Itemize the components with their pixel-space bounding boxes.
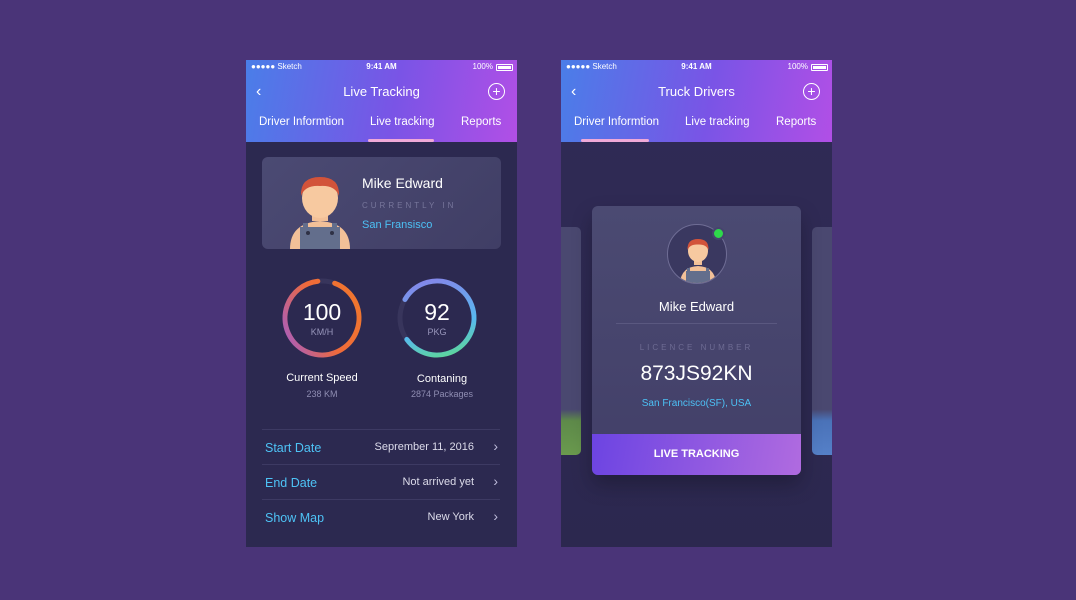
- tab-reports[interactable]: Reports: [776, 116, 816, 128]
- tab-driver-information[interactable]: Driver Informtion: [259, 116, 344, 128]
- previous-driver-card[interactable]: [561, 227, 581, 455]
- chevron-right-icon: ›: [493, 508, 498, 524]
- list-item-end-date[interactable]: End Date Not arrived yet ›: [262, 464, 500, 499]
- page-title: Truck Drivers: [658, 84, 735, 99]
- show-map-label: Show Map: [265, 511, 325, 525]
- packages-gauge: 92 PKG: [394, 275, 480, 361]
- driver-location[interactable]: San Francisco(SF), USA: [592, 398, 801, 409]
- tab-bar: Driver Informtion Live tracking Reports: [246, 116, 517, 142]
- speed-unit: KM/H: [310, 327, 334, 337]
- live-tracking-button[interactable]: LIVE TRACKING: [592, 434, 801, 475]
- packages-label: Contaning: [416, 373, 468, 385]
- status-bar: ●●●●● Sketch 9:41 AM 100%: [561, 62, 832, 74]
- list-item-show-map[interactable]: Show Map New York ›: [262, 499, 500, 534]
- licence-number: 873JS92KN: [640, 362, 753, 385]
- end-date-label: End Date: [265, 476, 318, 490]
- battery-percent: 100%: [472, 62, 493, 71]
- speed-gauge: 100 KM/H: [279, 275, 365, 361]
- active-tab-indicator: [581, 139, 649, 142]
- packages-value: 92: [424, 299, 450, 325]
- tab-live-tracking[interactable]: Live tracking: [370, 116, 435, 128]
- next-driver-card[interactable]: [812, 227, 832, 455]
- header: ●●●●● Sketch 9:41 AM 100% ‹ Live Trackin…: [246, 60, 517, 142]
- tab-reports[interactable]: Reports: [461, 116, 501, 128]
- current-city[interactable]: San Fransisco: [362, 219, 432, 231]
- chevron-right-icon: ›: [493, 438, 498, 454]
- add-plus-icon[interactable]: +: [488, 83, 505, 100]
- driver-avatar: [290, 177, 350, 249]
- battery-icon: [811, 64, 828, 71]
- header: ●●●●● Sketch 9:41 AM 100% ‹ Truck Driver…: [561, 60, 832, 142]
- packages-count: 2874 Packages: [410, 389, 474, 399]
- online-status-indicator: [712, 227, 725, 240]
- phone-truck-drivers-screen: ●●●●● Sketch 9:41 AM 100% ‹ Truck Driver…: [561, 60, 832, 547]
- speed-label: Current Speed: [286, 372, 358, 384]
- start-date-value: Seprember 11, 2016: [374, 441, 474, 453]
- end-date-value: Not arrived yet: [402, 476, 474, 488]
- driver-profile-card[interactable]: Mike Edward CURRENTLY IN San Fransisco: [262, 157, 501, 249]
- trip-details-list: Start Date Seprember 11, 2016 › End Date…: [262, 429, 500, 534]
- page-title: Live Tracking: [343, 84, 420, 99]
- speed-distance: 238 KM: [306, 389, 338, 399]
- tab-live-tracking[interactable]: Live tracking: [685, 116, 750, 128]
- current-location-label: CURRENTLY IN: [362, 201, 457, 210]
- battery-icon: [496, 64, 513, 71]
- divider: [616, 323, 777, 324]
- packages-unit: PKG: [427, 327, 447, 337]
- list-item-start-date[interactable]: Start Date Seprember 11, 2016 ›: [262, 429, 500, 464]
- driver-card[interactable]: Mike Edward LICENCE NUMBER 873JS92KN San…: [592, 206, 801, 475]
- phone-live-tracking-screen: ●●●●● Sketch 9:41 AM 100% ‹ Live Trackin…: [246, 60, 517, 547]
- licence-number-label: LICENCE NUMBER: [639, 343, 754, 352]
- driver-name: Mike Edward: [658, 299, 735, 314]
- chevron-right-icon: ›: [493, 473, 498, 489]
- battery-percent: 100%: [787, 62, 808, 71]
- tab-bar: Driver Informtion Live tracking Reports: [561, 116, 832, 142]
- speed-value: 100: [302, 299, 342, 325]
- active-tab-indicator: [368, 139, 434, 142]
- start-date-label: Start Date: [265, 441, 322, 455]
- tab-driver-information[interactable]: Driver Informtion: [574, 116, 659, 128]
- driver-name: Mike Edward: [362, 175, 443, 191]
- status-bar: ●●●●● Sketch 9:41 AM 100%: [246, 62, 517, 74]
- map-location-value: New York: [427, 511, 474, 523]
- add-plus-icon[interactable]: +: [803, 83, 820, 100]
